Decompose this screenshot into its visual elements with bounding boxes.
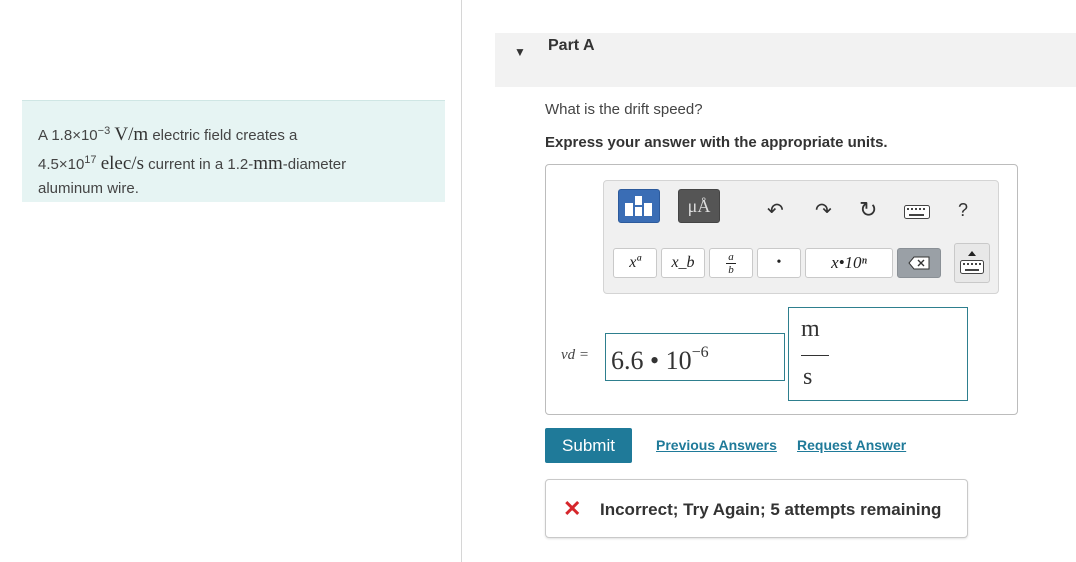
backspace-button[interactable] [897, 248, 941, 278]
instruction-text: Express your answer with the appropriate… [545, 134, 888, 151]
units-input[interactable]: m s [788, 307, 968, 401]
unit-numerator: m [801, 316, 820, 342]
problem-text: -diameter [282, 156, 347, 173]
collapse-triangle-icon[interactable]: ▼ [514, 45, 526, 59]
part-a-header[interactable]: ▼ Part A [495, 33, 1076, 87]
problem-unit: V/m [114, 124, 149, 145]
keyboard-toggle-button[interactable] [954, 243, 990, 283]
problem-unit: mm [253, 153, 283, 174]
unit-denominator: s [803, 364, 813, 390]
fraction-numerator: a [728, 250, 734, 263]
keyboard-toggle-icon [960, 251, 984, 274]
problem-exponent: 17 [84, 154, 97, 166]
undo-icon[interactable]: ↶ [767, 201, 784, 221]
keyboard-icon[interactable] [904, 205, 930, 219]
templates-icon[interactable] [618, 189, 660, 223]
problem-line-3: aluminum wire. [38, 177, 429, 201]
problem-line-2: 4.5×1017 elec/s current in a 1.2-mm-diam… [38, 148, 429, 177]
previous-answers-link[interactable]: Previous Answers [656, 437, 777, 453]
problem-text: A 1.8×10 [38, 127, 98, 144]
problem-unit: elec/s [100, 153, 144, 174]
problem-text: 4.5×10 [38, 156, 85, 173]
part-title: Part A [548, 37, 595, 54]
value-input[interactable]: 6.6 • 10−6 [605, 333, 785, 381]
problem-text: current in a 1.2- [148, 156, 254, 173]
unit-fraction-bar [801, 355, 829, 356]
units-button[interactable]: μÅ [678, 189, 720, 223]
templates-icon-graphic [625, 196, 652, 216]
problem-statement: A 1.8×10−3 V/m electric field creates a … [22, 100, 445, 202]
answer-variable-label: vd = [561, 347, 590, 363]
dot-button[interactable]: • [757, 248, 801, 278]
scientific-notation-button[interactable]: x•10ⁿ [805, 248, 893, 278]
problem-line-1: A 1.8×10−3 V/m electric field creates a [38, 119, 429, 148]
feedback-message: Incorrect; Try Again; 5 attempts remaini… [600, 500, 942, 519]
fraction-button[interactable]: a b [709, 248, 753, 278]
feedback-box: ✕ Incorrect; Try Again; 5 attempts remai… [545, 479, 968, 538]
submit-button[interactable]: Submit [545, 428, 632, 463]
value-mantissa: 6.6 • 10 [611, 346, 692, 375]
superscript-button[interactable]: xª [613, 248, 657, 278]
problem-exponent: −3 [97, 125, 111, 137]
request-answer-link[interactable]: Request Answer [797, 437, 906, 453]
redo-icon[interactable]: ↷ [815, 201, 832, 221]
subscript-button[interactable]: x_b [661, 248, 705, 278]
fraction-denominator: b [728, 263, 734, 276]
help-icon[interactable]: ? [958, 201, 968, 219]
incorrect-icon: ✕ [563, 496, 582, 521]
column-divider [461, 0, 462, 562]
question-text: What is the drift speed? [545, 101, 703, 118]
backspace-icon [908, 256, 930, 270]
problem-text: aluminum wire. [38, 180, 139, 197]
math-toolbar: μÅ ↶ ↷ ↻ ? xª x_b a b • x•10ⁿ [603, 180, 999, 294]
problem-text: electric field creates a [152, 127, 298, 144]
answer-box: μÅ ↶ ↷ ↻ ? xª x_b a b • x•10ⁿ vd = 6.6 •… [545, 164, 1018, 415]
value-exponent: −6 [691, 344, 709, 361]
reset-icon[interactable]: ↻ [859, 199, 877, 221]
